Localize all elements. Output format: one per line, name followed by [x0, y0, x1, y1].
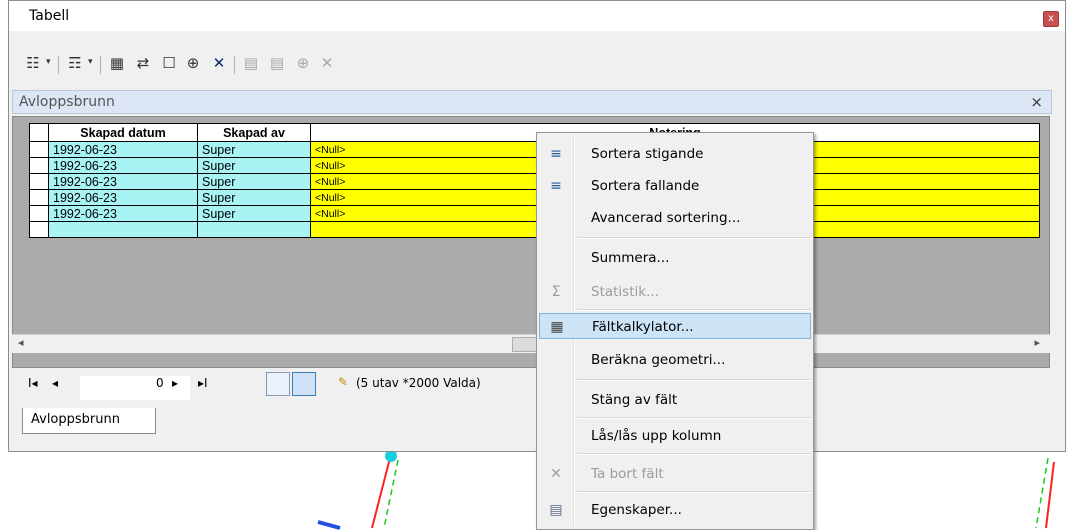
pencil-icon: ✎ — [338, 375, 349, 389]
cell-by[interactable]: Super — [197, 173, 311, 190]
record-number: 0 — [156, 376, 164, 390]
layer-title: Avloppsbrunn — [19, 94, 115, 110]
delete-icon[interactable]: ✕ — [318, 54, 336, 72]
row-selector[interactable] — [29, 189, 49, 206]
title-bar[interactable]: Tabell x — [9, 1, 1065, 31]
select-by-attributes-icon[interactable]: ▦ — [108, 54, 126, 72]
cell-date[interactable]: 1992-06-23 — [48, 189, 198, 206]
cell-date[interactable] — [48, 221, 198, 238]
table-options-icon[interactable]: ☷ — [24, 54, 42, 72]
first-record-icon[interactable]: I◂ — [28, 376, 38, 390]
cell-by[interactable]: Super — [197, 157, 311, 174]
menu-item-summarize[interactable]: Summera... — [539, 245, 811, 271]
menu-item-calculate-geometry[interactable]: Beräkna geometri... — [539, 347, 811, 373]
menu-item-statistics[interactable]: Σ Statistik... — [539, 279, 811, 305]
related-tables-icon[interactable]: ☶ — [66, 54, 84, 72]
add-field-icon[interactable]: ⊕ — [294, 54, 312, 72]
row-selector[interactable] — [29, 141, 49, 158]
cell-date[interactable]: 1992-06-23 — [48, 141, 198, 158]
menu-item-sort-ascending[interactable]: ≡ Sortera stigande — [539, 141, 811, 167]
window-title: Tabell — [29, 8, 70, 24]
panel-close-button[interactable]: × — [1030, 93, 1043, 111]
record-navigation: I◂ ◂ 0 ▸ ▸I ✎ (5 utav *2000 Valda) — [28, 372, 548, 400]
related-tables-dropdown[interactable]: ▾ — [88, 57, 93, 67]
sort-descending-icon: ≡ — [550, 178, 562, 194]
menu-item-lock-column[interactable]: Lås/lås upp kolumn — [539, 423, 811, 449]
cell-by[interactable]: Super — [197, 141, 311, 158]
menu-item-sort-descending[interactable]: ≡ Sortera fallande — [539, 173, 811, 199]
column-header-by[interactable]: Skapad av — [197, 123, 311, 142]
table-row[interactable]: 1992-06-23 Super <Null> — [29, 141, 1040, 158]
zoom-to-selected-icon[interactable]: ⊕ — [184, 54, 202, 72]
properties-icon: ▤ — [549, 502, 563, 518]
table-panel-header: Avloppsbrunn × — [12, 90, 1052, 114]
sort-ascending-icon: ≡ — [550, 146, 562, 162]
sigma-icon: Σ — [551, 284, 561, 300]
menu-item-advanced-sort[interactable]: Avancerad sortering... — [539, 205, 811, 231]
table-row[interactable]: 1992-06-23 Super <Null> — [29, 189, 1040, 206]
cell-by[interactable]: Super — [197, 189, 311, 206]
table-row[interactable]: 1992-06-23 Super <Null> — [29, 205, 1040, 222]
switch-selection-icon[interactable]: ⇄ — [134, 54, 152, 72]
window-close-button[interactable]: x — [1043, 11, 1059, 27]
tab-avloppsbrunn[interactable]: Avloppsbrunn — [22, 408, 156, 434]
row-selector[interactable] — [29, 221, 49, 238]
row-selector[interactable] — [29, 205, 49, 222]
show-all-records-button[interactable] — [266, 372, 290, 396]
new-row[interactable] — [29, 221, 1040, 238]
next-record-icon[interactable]: ▸ — [172, 376, 178, 390]
menu-item-turn-off-field[interactable]: Stäng av fält — [539, 387, 811, 413]
column-header-date[interactable]: Skapad datum — [48, 123, 198, 142]
scroll-left-icon[interactable]: ◂ — [18, 336, 24, 349]
paste-icon[interactable]: ▤ — [268, 54, 286, 72]
menu-item-properties[interactable]: ▤ Egenskaper... — [539, 497, 811, 523]
table-options-dropdown[interactable]: ▾ — [46, 57, 51, 67]
column-context-menu: ≡ Sortera stigande ≡ Sortera fallande Av… — [536, 132, 814, 530]
delete-field-icon: ✕ — [550, 466, 562, 482]
calculator-icon: ▦ — [550, 319, 564, 335]
cell-date[interactable]: 1992-06-23 — [48, 205, 198, 222]
cell-by[interactable]: Super — [197, 205, 311, 222]
menu-item-delete-field[interactable]: ✕ Ta bort fält — [539, 461, 811, 487]
attribute-grid: Skapad datum Skapad av Notering 1992-06-… — [12, 116, 1050, 368]
select-all-cell[interactable] — [29, 123, 49, 142]
scroll-right-icon[interactable]: ▸ — [1034, 336, 1040, 349]
menu-item-field-calculator[interactable]: ▦ Fältkalkylator... — [539, 313, 811, 339]
table-row[interactable]: 1992-06-23 Super <Null> — [29, 157, 1040, 174]
cell-date[interactable]: 1992-06-23 — [48, 157, 198, 174]
table-row[interactable]: 1992-06-23 Super <Null> — [29, 173, 1040, 190]
clear-selection-icon[interactable]: ☐ — [160, 54, 178, 72]
show-selected-records-button[interactable] — [292, 372, 316, 396]
copy-icon[interactable]: ▤ — [242, 54, 260, 72]
last-record-icon[interactable]: ▸I — [198, 376, 208, 390]
horizontal-scrollbar[interactable]: ◂ ▸ — [12, 334, 1050, 353]
row-selector[interactable] — [29, 157, 49, 174]
attribute-table: Skapad datum Skapad av Notering 1992-06-… — [29, 123, 1040, 238]
delete-selected-icon[interactable]: ✕ — [210, 54, 228, 72]
previous-record-icon[interactable]: ◂ — [52, 376, 58, 390]
header-row: Skapad datum Skapad av Notering — [29, 123, 1040, 142]
row-selector[interactable] — [29, 173, 49, 190]
cell-by[interactable] — [197, 221, 311, 238]
cell-date[interactable]: 1992-06-23 — [48, 173, 198, 190]
selection-status: (5 utav *2000 Valda) — [356, 376, 481, 390]
